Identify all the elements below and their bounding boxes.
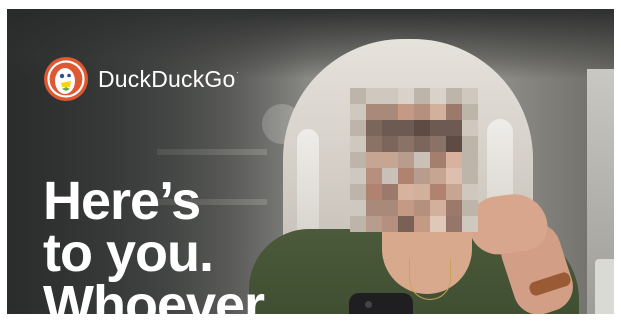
pixel-block bbox=[350, 104, 366, 120]
pixel-block bbox=[446, 184, 462, 200]
ad-banner[interactable]: DuckDuckGo. Here’s to you. Whoever bbox=[7, 9, 614, 314]
pixel-block bbox=[366, 168, 382, 184]
pixel-block bbox=[366, 152, 382, 168]
pixel-block bbox=[430, 200, 446, 216]
pixel-block bbox=[414, 184, 430, 200]
pixel-block bbox=[446, 88, 462, 104]
pixel-block bbox=[430, 104, 446, 120]
pixel-block bbox=[382, 168, 398, 184]
phone bbox=[349, 293, 413, 314]
pixel-block bbox=[398, 200, 414, 216]
pixel-block bbox=[398, 216, 414, 232]
pixel-block bbox=[414, 104, 430, 120]
pixel-block bbox=[398, 104, 414, 120]
pixelated-face bbox=[350, 88, 478, 232]
pixel-block bbox=[446, 136, 462, 152]
laptop bbox=[595, 259, 614, 314]
headline: Here’s to you. Whoever bbox=[43, 171, 265, 314]
pixel-block bbox=[366, 88, 382, 104]
pixel-block bbox=[350, 168, 366, 184]
pixel-block bbox=[446, 200, 462, 216]
pixel-block bbox=[462, 168, 478, 184]
pixel-block bbox=[366, 200, 382, 216]
pixel-block bbox=[366, 184, 382, 200]
pixel-block bbox=[366, 136, 382, 152]
pixel-block bbox=[350, 184, 366, 200]
pixel-block bbox=[430, 168, 446, 184]
pixel-block bbox=[430, 88, 446, 104]
pixel-block bbox=[462, 216, 478, 232]
pixel-block bbox=[350, 136, 366, 152]
pixel-block bbox=[382, 200, 398, 216]
pixel-block bbox=[366, 104, 382, 120]
pixel-block bbox=[398, 88, 414, 104]
pixel-block bbox=[398, 168, 414, 184]
pixel-block bbox=[382, 88, 398, 104]
pixel-block bbox=[350, 200, 366, 216]
pixel-block bbox=[382, 136, 398, 152]
pixel-block bbox=[398, 120, 414, 136]
pixel-block bbox=[430, 152, 446, 168]
pixel-block bbox=[366, 216, 382, 232]
necklace bbox=[409, 259, 451, 300]
pixel-block bbox=[462, 200, 478, 216]
pixel-block bbox=[382, 216, 398, 232]
pixel-block bbox=[350, 88, 366, 104]
pixel-block bbox=[414, 216, 430, 232]
pixel-block bbox=[366, 120, 382, 136]
pixel-block bbox=[430, 184, 446, 200]
pixel-block bbox=[398, 136, 414, 152]
pixel-block bbox=[462, 104, 478, 120]
pixel-block bbox=[462, 136, 478, 152]
pixel-block bbox=[462, 88, 478, 104]
pixel-block bbox=[382, 152, 398, 168]
headline-line-2: to you. bbox=[43, 223, 214, 283]
pixel-block bbox=[382, 104, 398, 120]
headline-line-3: Whoever bbox=[43, 275, 265, 314]
pixel-block bbox=[398, 152, 414, 168]
duckduckgo-logo-icon bbox=[44, 57, 88, 101]
pixel-block bbox=[430, 216, 446, 232]
pixel-block bbox=[382, 184, 398, 200]
pixel-block bbox=[462, 120, 478, 136]
pixel-block bbox=[430, 136, 446, 152]
pixel-block bbox=[446, 104, 462, 120]
pixel-block bbox=[414, 168, 430, 184]
pixel-block bbox=[462, 184, 478, 200]
pixel-block bbox=[350, 120, 366, 136]
brand-logo[interactable]: DuckDuckGo. bbox=[43, 56, 239, 102]
headline-line-1: Here’s bbox=[43, 171, 201, 231]
pixel-block bbox=[414, 136, 430, 152]
brand-name: DuckDuckGo. bbox=[98, 65, 239, 92]
pixel-block bbox=[414, 88, 430, 104]
pixel-block bbox=[446, 168, 462, 184]
pixel-block bbox=[462, 152, 478, 168]
pixel-block bbox=[398, 184, 414, 200]
pixel-block bbox=[350, 152, 366, 168]
phone-camera-icon bbox=[365, 301, 372, 308]
pixel-block bbox=[430, 120, 446, 136]
pixel-block bbox=[446, 216, 462, 232]
pixel-block bbox=[382, 120, 398, 136]
pixel-block bbox=[446, 120, 462, 136]
pixel-block bbox=[446, 152, 462, 168]
pixel-block bbox=[350, 216, 366, 232]
pixel-block bbox=[414, 200, 430, 216]
trademark-dot: . bbox=[236, 65, 239, 75]
pixel-block bbox=[414, 152, 430, 168]
pixel-block bbox=[414, 120, 430, 136]
